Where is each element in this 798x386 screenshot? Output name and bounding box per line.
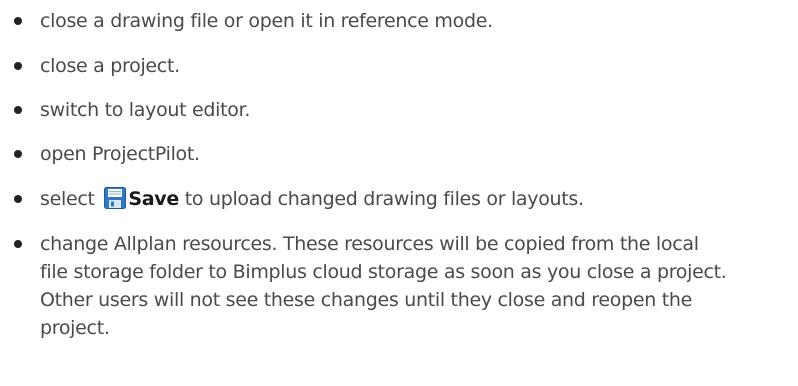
list-item-text: switch to layout editor. [40, 99, 251, 121]
list-item: switch to layout editor. [0, 96, 740, 124]
list-item: close a drawing file or open it in refer… [0, 7, 740, 35]
select-word: select [40, 188, 95, 210]
floppy-disk-save-icon [104, 187, 127, 209]
list-item-text: open ProjectPilot. [40, 143, 200, 165]
select-suffix: to upload changed drawing files or layou… [184, 188, 584, 210]
list-item: change Allplan resources. These resource… [0, 230, 730, 342]
list-item-text: close a project. [40, 55, 180, 77]
list-item: open ProjectPilot. [0, 140, 740, 168]
list-item-text: close a drawing file or open it in refer… [40, 10, 493, 32]
list-item: select Save to upload changed drawing fi… [0, 185, 740, 213]
save-button-label: Save [128, 188, 179, 210]
list-item-text: select Save to upload changed drawing fi… [40, 185, 740, 213]
bullet-list: close a drawing file or open it in refer… [0, 0, 798, 386]
list-item-text: change Allplan resources. These resource… [40, 233, 727, 339]
list-item: close a project. [0, 52, 740, 80]
